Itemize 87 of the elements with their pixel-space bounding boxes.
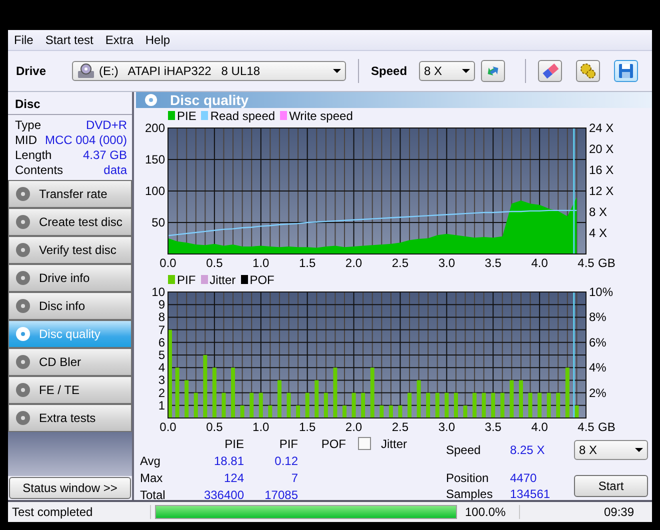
tick-label: 3.5 — [484, 256, 502, 270]
tick-label: 0.5 — [206, 420, 223, 434]
field-value: MCC 004 (000) — [44, 133, 127, 147]
tick-label: 16 X — [589, 163, 614, 177]
stat-value: 124 — [222, 470, 244, 484]
tick-label: 100 — [144, 184, 165, 198]
tick-label: 3.0 — [438, 256, 455, 270]
tick-label: 4.5 — [578, 420, 594, 434]
tick-label: 1.0 — [252, 256, 270, 270]
tick-label: 20 X — [589, 142, 614, 156]
legend-label: Jitter — [210, 272, 236, 286]
tick-label: 1.5 — [299, 256, 316, 270]
tick-label: 8 X — [589, 205, 608, 219]
position-label: Position — [446, 471, 490, 485]
stat-value: 17085 — [264, 488, 298, 502]
column-header: PIF — [278, 436, 298, 450]
tick-label: 2% — [589, 386, 606, 400]
tick-label: 6 — [158, 335, 165, 350]
progress-percent: 100.0% — [461, 505, 520, 519]
tick-label: 8% — [589, 310, 606, 324]
tick-label: 2.5 — [392, 420, 409, 434]
drive-label: Drive — [16, 64, 46, 78]
tick-label: 6% — [589, 335, 606, 350]
row-label: Avg — [140, 454, 162, 468]
tick-label: 4.5 — [578, 256, 594, 270]
tick-label: 7 — [158, 322, 165, 337]
stat-value: 18.81 — [212, 454, 244, 468]
tick-label: 10% — [589, 286, 614, 299]
tick-label: 1.5 — [299, 420, 316, 434]
column-header: POF — [320, 436, 346, 450]
tick-label: 1 — [158, 398, 165, 412]
field-label: Contents — [15, 163, 64, 177]
tick-label: 1.0 — [252, 420, 270, 434]
column-header: PIE — [224, 436, 244, 450]
speed-label: Speed — [446, 443, 482, 457]
tick-label: 2 — [158, 386, 165, 400]
tick-label: 150 — [144, 152, 165, 166]
panel-title: Disc quality — [170, 92, 249, 108]
tick-label: 9 — [158, 298, 165, 312]
tick-label: 50 — [152, 216, 165, 230]
tick-label: 12 X — [589, 184, 614, 198]
tick-label: 2.0 — [345, 420, 362, 434]
tick-label: 0.5 — [206, 256, 223, 270]
field-label: Type — [15, 118, 42, 132]
samples-label: Samples — [446, 487, 494, 501]
stat-value: 7 — [290, 470, 298, 484]
samples-value: 134561 — [510, 487, 552, 501]
stat-value: 0.12 — [274, 454, 298, 468]
legend-label: PIF — [177, 272, 196, 286]
legend-label: Read speed — [210, 108, 276, 122]
tick-label: 3.5 — [484, 420, 502, 434]
tick-label: 4.0 — [531, 256, 548, 270]
tick-label: 3.0 — [438, 420, 455, 434]
tick-label: 5 — [158, 348, 165, 362]
tick-label: 200 — [144, 122, 165, 135]
tick-label: 8 — [158, 310, 165, 324]
stat-value: 336400 — [202, 488, 244, 502]
legend-label: PIE — [177, 108, 196, 122]
tick-label: 10 — [152, 286, 165, 299]
checkbox-label: Jitter — [381, 436, 408, 450]
field-value: data — [104, 163, 127, 177]
speed-label: Speed — [371, 64, 408, 78]
row-label: Total — [140, 488, 166, 502]
tick-label: 2.5 — [392, 256, 409, 270]
tick-label: 0.0 — [160, 420, 176, 434]
field-value: 4.37 GB — [82, 148, 127, 162]
field-label: MID — [15, 133, 37, 147]
tick-label: 4.0 — [531, 420, 548, 434]
axis-unit: GB — [598, 256, 616, 270]
elapsed-time: 09:39 — [602, 505, 635, 519]
tick-label: 0.0 — [160, 256, 176, 270]
axis-unit: GB — [598, 420, 616, 434]
field-value: DVD+R — [86, 118, 127, 132]
speed-value: 8.25 X — [510, 443, 546, 457]
tick-label: 24 X — [589, 122, 614, 135]
status-message: Test completed — [8, 505, 151, 519]
legend-label: Write speed — [289, 108, 353, 122]
tick-label: 4 X — [589, 226, 608, 240]
tick-label: 4% — [589, 360, 606, 375]
tick-label: 2.0 — [345, 256, 362, 270]
row-label: Max — [140, 470, 164, 484]
legend-label: POF — [250, 272, 274, 286]
field-label: Length — [15, 148, 52, 162]
section-title: Disc — [8, 92, 132, 115]
tick-label: 4 — [158, 360, 165, 375]
tick-label: 3 — [158, 373, 165, 388]
position-value: 4470 — [510, 471, 538, 485]
